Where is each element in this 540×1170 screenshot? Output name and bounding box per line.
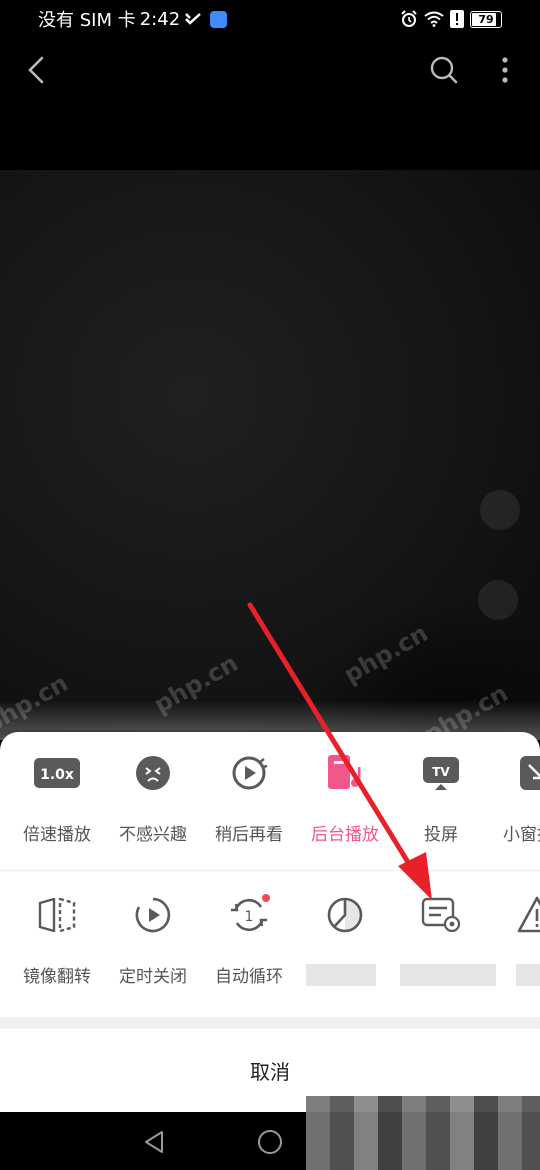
cast-icon: TV: [418, 750, 464, 796]
auto-loop-icon: 1: [226, 892, 272, 938]
option-label: 不感兴趣: [119, 825, 187, 845]
battery-icon: 79: [470, 10, 502, 28]
nav-back-button[interactable]: [135, 1122, 175, 1162]
pixelated-region: [306, 1096, 540, 1170]
app-notification-icon: [210, 10, 228, 28]
notification-dot: [262, 894, 270, 902]
mini-window-icon: [514, 750, 540, 796]
not-interested-icon: [130, 750, 176, 796]
option-mini-window[interactable]: 小窗播放: [489, 750, 540, 845]
option-label: 小窗播放: [503, 825, 540, 845]
mirror-flip-icon: [34, 892, 80, 938]
nav-home-button[interactable]: [250, 1122, 290, 1162]
option-auto-loop[interactable]: 1 自动循环: [201, 892, 297, 987]
option-timer-off[interactable]: 定时关闭: [105, 892, 201, 987]
more-vertical-icon: [502, 57, 508, 83]
video-player[interactable]: [0, 170, 540, 900]
blurred-label: [516, 964, 540, 986]
option-label: 倍速播放: [23, 825, 91, 845]
back-button[interactable]: [14, 48, 58, 92]
search-icon: [430, 56, 458, 84]
circle-home-icon: [258, 1130, 282, 1154]
top-nav: [0, 48, 540, 92]
loop-badge-text: 1: [245, 909, 254, 925]
wifi-icon: [424, 11, 444, 27]
option-label: 后台播放: [311, 825, 379, 845]
timer-off-icon: [130, 892, 176, 938]
back-arrow-icon: [28, 56, 44, 84]
option-label: 定时关闭: [119, 967, 187, 987]
vpn-icon: [184, 12, 202, 26]
background-play-icon: [322, 750, 368, 796]
warning-icon: [450, 10, 464, 28]
option-label: 镜像翻转: [23, 967, 91, 987]
video-glow: [478, 580, 518, 620]
more-options-sheet: 1.0x 倍速播放 不感兴趣 稍后再看 后台播放 TV 投屏 小窗 镜像翻转 定…: [0, 732, 540, 1112]
options-row-primary: 1.0x 倍速播放 不感兴趣 稍后再看 后台播放 TV 投屏 小窗: [0, 750, 540, 845]
report-icon: [514, 892, 540, 938]
option-label: 自动循环: [215, 967, 283, 987]
option-not-interested[interactable]: 不感兴趣: [105, 750, 201, 845]
watch-later-icon: [226, 750, 272, 796]
divider: [0, 870, 540, 871]
cast-badge-text: TV: [432, 765, 450, 779]
blurred-label: [306, 964, 376, 986]
triangle-back-icon: [145, 1131, 163, 1153]
alarm-icon: [400, 10, 418, 28]
option-cast[interactable]: TV 投屏: [393, 750, 489, 845]
more-options-button[interactable]: [483, 48, 527, 92]
section-gap: [0, 1017, 540, 1029]
option-mirror-flip[interactable]: 镜像翻转: [9, 892, 105, 987]
option-background-play[interactable]: 后台播放: [297, 750, 393, 845]
carrier-text: 没有 SIM 卡: [38, 10, 136, 31]
option-label: 投屏: [424, 825, 458, 845]
option-watch-later[interactable]: 稍后再看: [201, 750, 297, 845]
video-glow: [480, 490, 520, 530]
blurred-label: [400, 964, 496, 986]
speed-icon: 1.0x: [34, 750, 80, 796]
settings-list-icon: [418, 892, 464, 938]
battery-level: 79: [478, 12, 494, 26]
option-label: 稍后再看: [215, 825, 283, 845]
clock: 2:42: [139, 8, 181, 30]
option-speed[interactable]: 1.0x 倍速播放: [9, 750, 105, 845]
pie-chart-icon: [322, 892, 368, 938]
speed-badge-text: 1.0x: [40, 767, 74, 783]
status-bar: 没有 SIM 卡 2:42 79: [0, 0, 540, 38]
search-button[interactable]: [422, 48, 466, 92]
